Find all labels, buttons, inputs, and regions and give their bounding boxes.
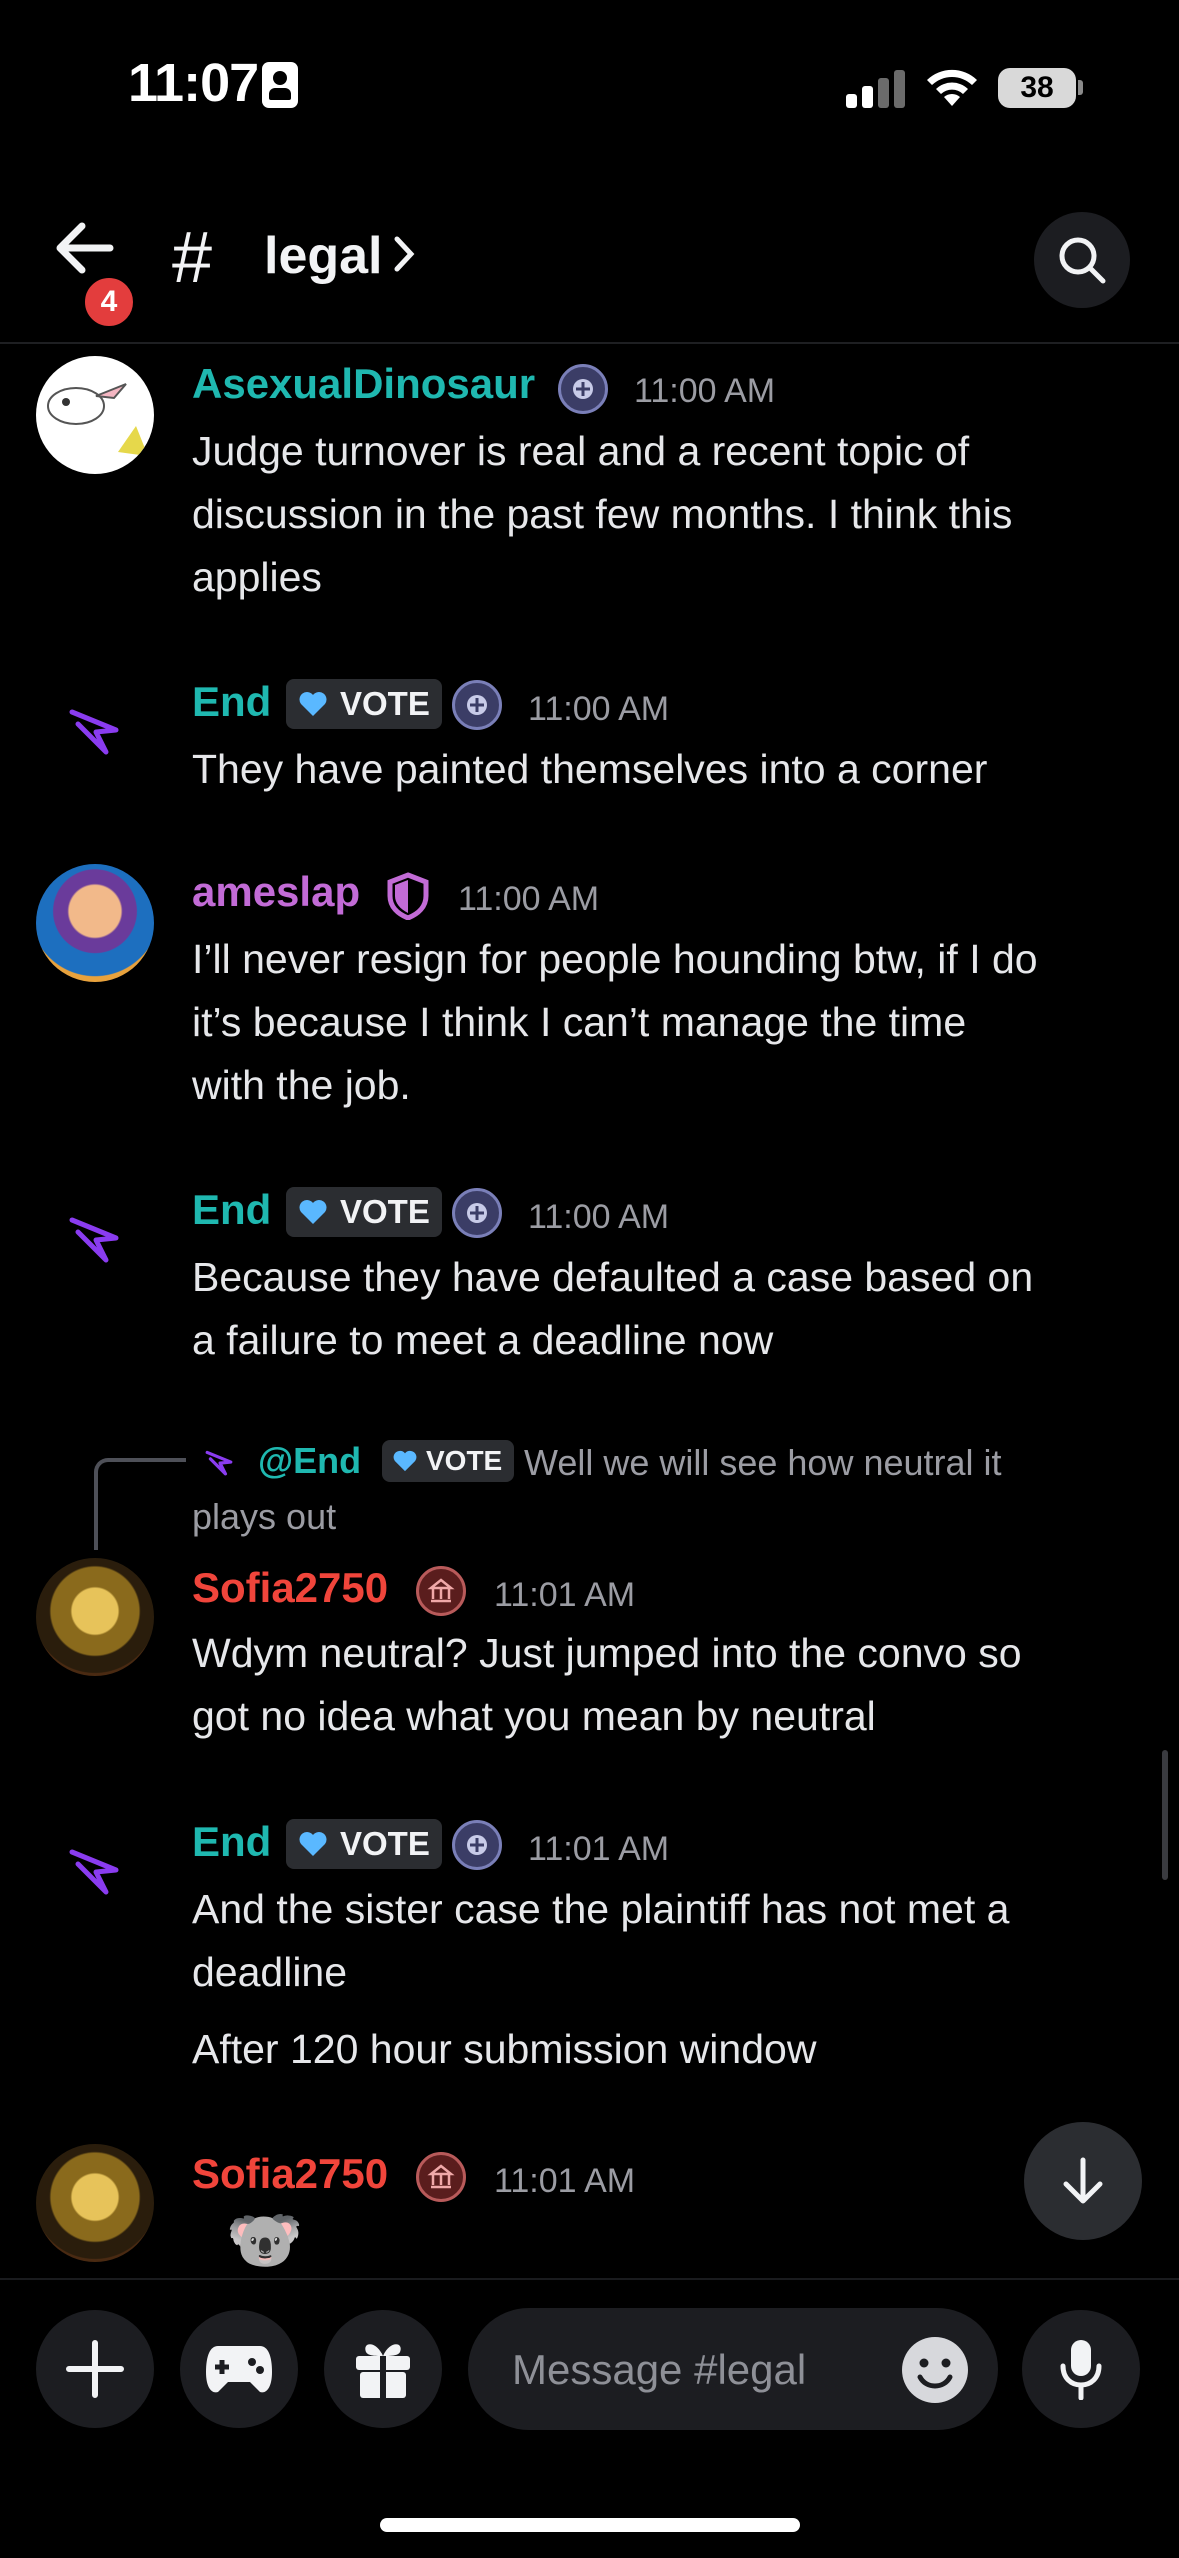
heart-icon	[299, 1200, 327, 1224]
capitol-badge-icon	[416, 1566, 466, 1616]
message-line: it’s because I think I can’t manage the …	[192, 999, 967, 1045]
wifi-icon	[927, 69, 977, 106]
message-line: Wdym neutral? Just jumped into the convo…	[192, 1630, 1022, 1676]
message-line: Because they have defaulted a case based…	[192, 1254, 1034, 1300]
microphone-icon	[1060, 2340, 1102, 2400]
message-line: Judge turnover is real and a recent topi…	[192, 428, 970, 474]
battery-indicator: 38	[998, 68, 1076, 108]
add-attachment-button[interactable]	[36, 2310, 154, 2428]
smiley-icon	[917, 2358, 953, 2389]
timestamp: 11:00 AM	[528, 690, 670, 728]
koala-emoji: 🐨	[226, 2206, 304, 2275]
home-indicator	[380, 2518, 800, 2532]
avatar[interactable]	[36, 2144, 154, 2262]
vote-tag[interactable]: VOTE	[286, 679, 442, 729]
shield-icon	[387, 872, 429, 920]
username[interactable]: End	[192, 1186, 271, 1234]
avatar[interactable]	[36, 1558, 154, 1676]
timestamp: 11:00 AM	[458, 880, 600, 918]
message-line: with the job.	[192, 1062, 411, 1108]
heart-icon	[299, 692, 327, 716]
search-button[interactable]	[1034, 212, 1130, 308]
message-content[interactable]: They have painted themselves into a corn…	[192, 738, 1142, 801]
arrow-down-icon	[1063, 2157, 1103, 2204]
reply-text: plays out	[192, 1496, 337, 1537]
heart-icon	[299, 1832, 327, 1856]
username[interactable]: AsexualDinosaur	[192, 360, 535, 408]
end-avatar-icon[interactable]	[66, 700, 122, 756]
channel-title[interactable]: legal	[264, 226, 383, 286]
gift-button[interactable]	[324, 2310, 442, 2428]
username[interactable]: ameslap	[192, 868, 360, 916]
back-arrow-icon[interactable]	[52, 220, 114, 276]
username[interactable]: Sofia2750	[192, 2150, 388, 2198]
message-content[interactable]: Because they have defaulted a case based…	[192, 1246, 1142, 1372]
tag-label: VOTE	[340, 1193, 430, 1230]
message-line: got no idea what you mean by neutral	[192, 1693, 876, 1739]
message-line: And the sister case the plaintiff has no…	[192, 1886, 1010, 1932]
username[interactable]: End	[192, 678, 271, 726]
header-divider	[0, 342, 1179, 344]
vote-tag[interactable]: VOTE	[286, 1819, 442, 1869]
activities-button[interactable]	[180, 2310, 298, 2428]
message-content[interactable]: I’ll never resign for people hounding bt…	[192, 928, 1142, 1117]
message-line: discussion in the past few months. I thi…	[192, 491, 1013, 537]
message-line: deadline	[192, 1949, 348, 1995]
capitol-badge-icon	[416, 2152, 466, 2202]
battery-tip	[1078, 80, 1083, 95]
status-time: 11:07	[128, 53, 259, 113]
contact-card-icon	[262, 62, 298, 108]
nitro-badge-icon	[452, 680, 502, 730]
message-line: They have painted themselves into a corn…	[192, 746, 988, 792]
message-content[interactable]: And the sister case the plaintiff has no…	[192, 1878, 1142, 2081]
nitro-badge-icon	[452, 1820, 502, 1870]
emoji-button[interactable]	[902, 2337, 968, 2403]
message-line: After 120 hour submission window	[192, 2026, 817, 2072]
nitro-badge-icon	[558, 364, 608, 414]
message-line: a failure to meet a deadline now	[192, 1317, 774, 1363]
jump-to-bottom-button[interactable]	[1024, 2122, 1142, 2240]
unread-badge: 4	[80, 273, 138, 331]
tag-label: VOTE	[340, 1825, 430, 1862]
message-line: applies	[192, 554, 322, 600]
dinosaur-avatar-art	[47, 383, 148, 456]
scrollbar[interactable]	[1162, 1750, 1168, 1880]
chevron-right-icon[interactable]	[392, 234, 416, 274]
message-content[interactable]: Wdym neutral? Just jumped into the convo…	[192, 1622, 1142, 1748]
timestamp: 11:01 AM	[494, 1576, 636, 1614]
gift-icon	[356, 2344, 410, 2398]
gamepad-icon	[206, 2346, 272, 2393]
username[interactable]: Sofia2750	[192, 1564, 388, 1612]
search-icon	[1059, 237, 1106, 284]
end-avatar-icon[interactable]	[66, 1208, 122, 1264]
message-content[interactable]: Judge turnover is real and a recent topi…	[192, 420, 1142, 609]
timestamp: 11:01 AM	[528, 1830, 670, 1868]
nitro-badge-icon	[452, 1188, 502, 1238]
reply-preview[interactable]: Well we will see how neutral it plays ou…	[192, 1436, 1112, 1544]
timestamp: 11:00 AM	[528, 1198, 670, 1236]
voice-message-button[interactable]	[1022, 2310, 1140, 2428]
plus-icon	[66, 2340, 124, 2398]
avatar[interactable]	[36, 864, 154, 982]
vote-tag[interactable]: VOTE	[286, 1187, 442, 1237]
timestamp: 11:00 AM	[634, 372, 776, 410]
message-line: I’ll never resign for people hounding bt…	[192, 936, 1038, 982]
reply-text: Well we will see how neutral it	[524, 1442, 1002, 1483]
end-avatar-icon[interactable]	[66, 1840, 122, 1896]
tag-label: VOTE	[340, 685, 430, 722]
reply-connector	[94, 1458, 186, 1550]
channel-hash-icon: #	[172, 218, 213, 298]
avatar[interactable]	[36, 356, 154, 474]
message-input[interactable]	[510, 2308, 894, 2432]
timestamp: 11:01 AM	[494, 2162, 636, 2200]
username[interactable]: End	[192, 1818, 271, 1866]
signal-icon	[846, 70, 906, 108]
